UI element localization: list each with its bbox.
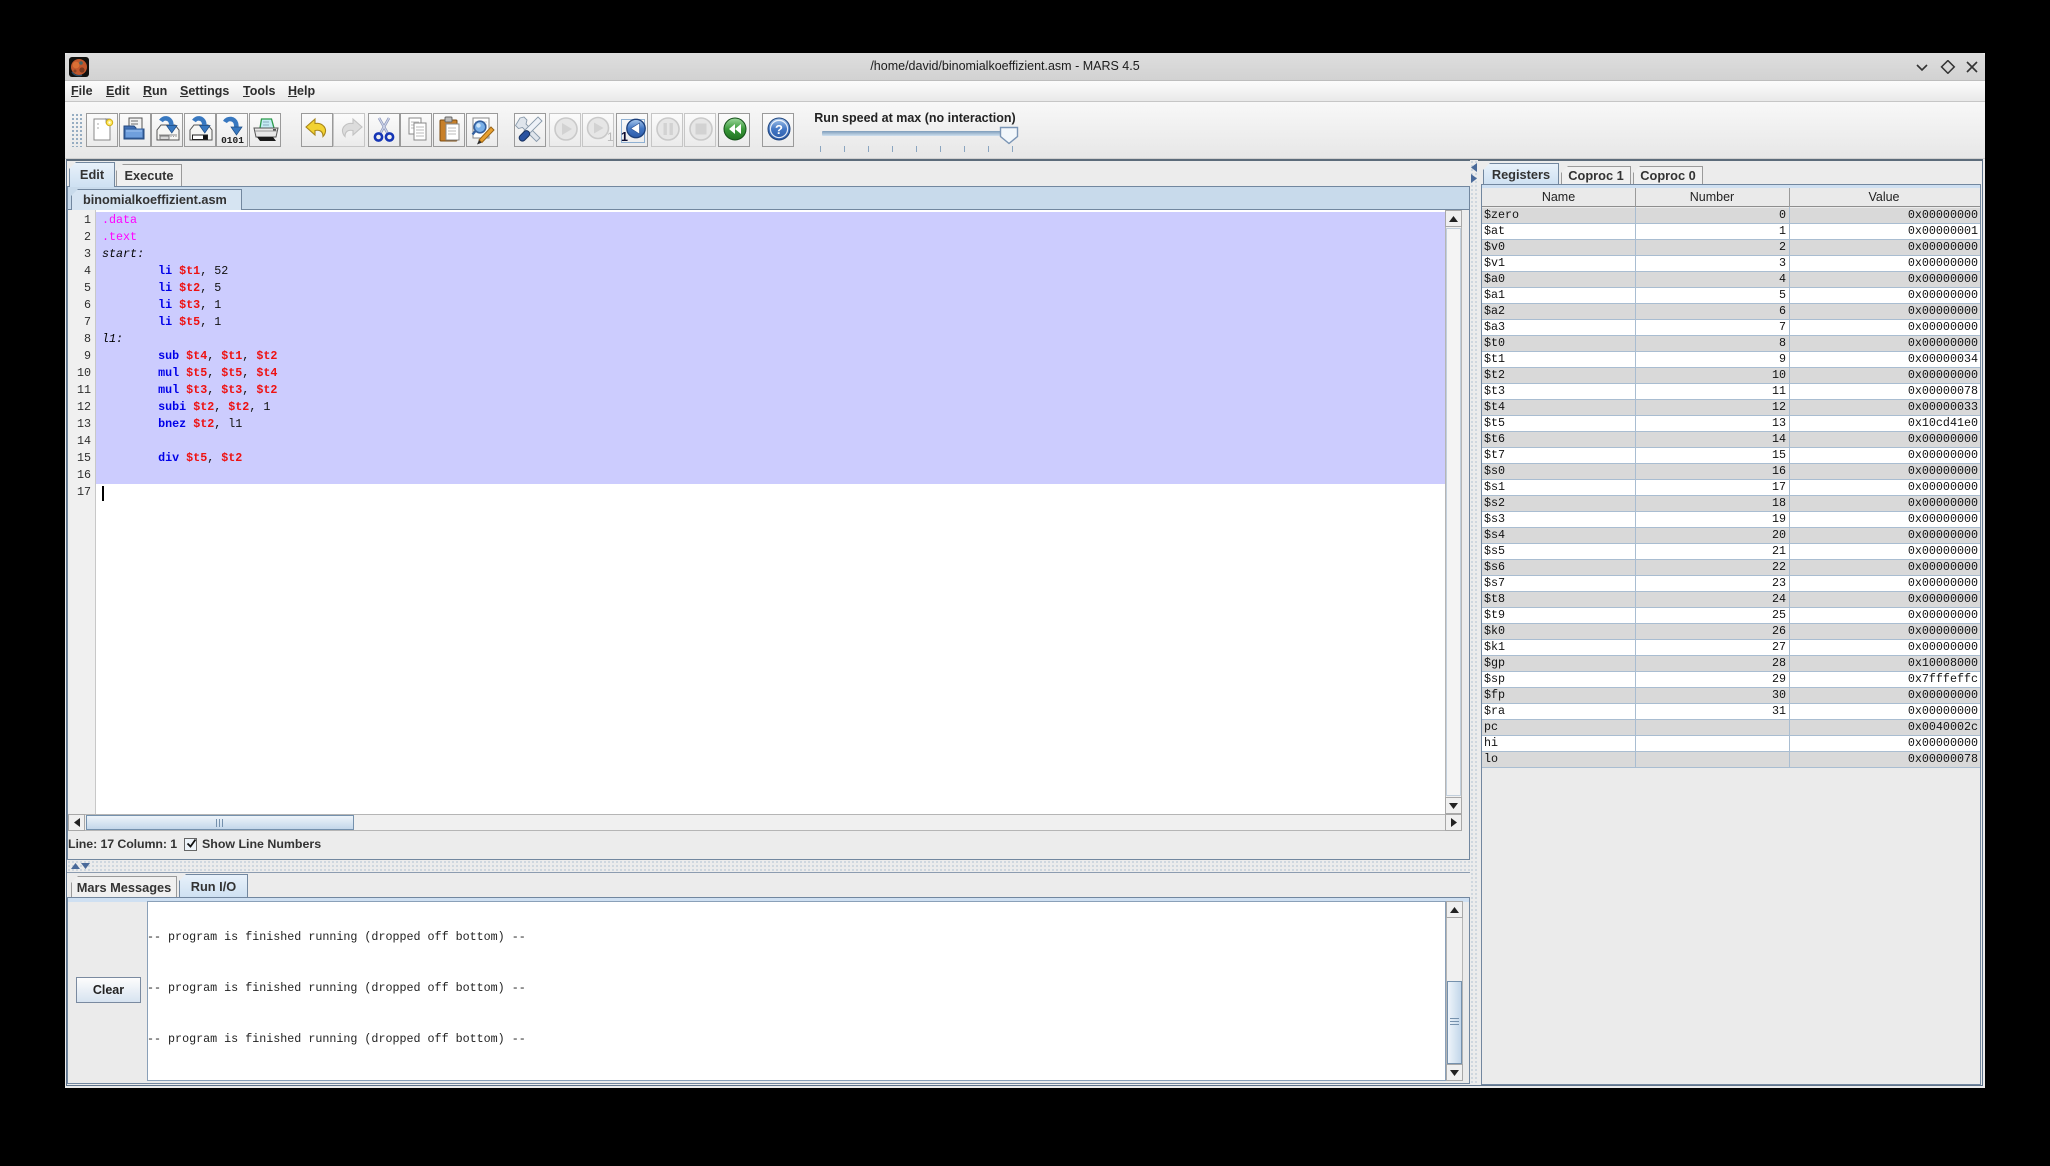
svg-text:1: 1 <box>607 130 613 144</box>
svg-text:?: ? <box>775 122 783 137</box>
svg-text:0101: 0101 <box>221 135 244 146</box>
